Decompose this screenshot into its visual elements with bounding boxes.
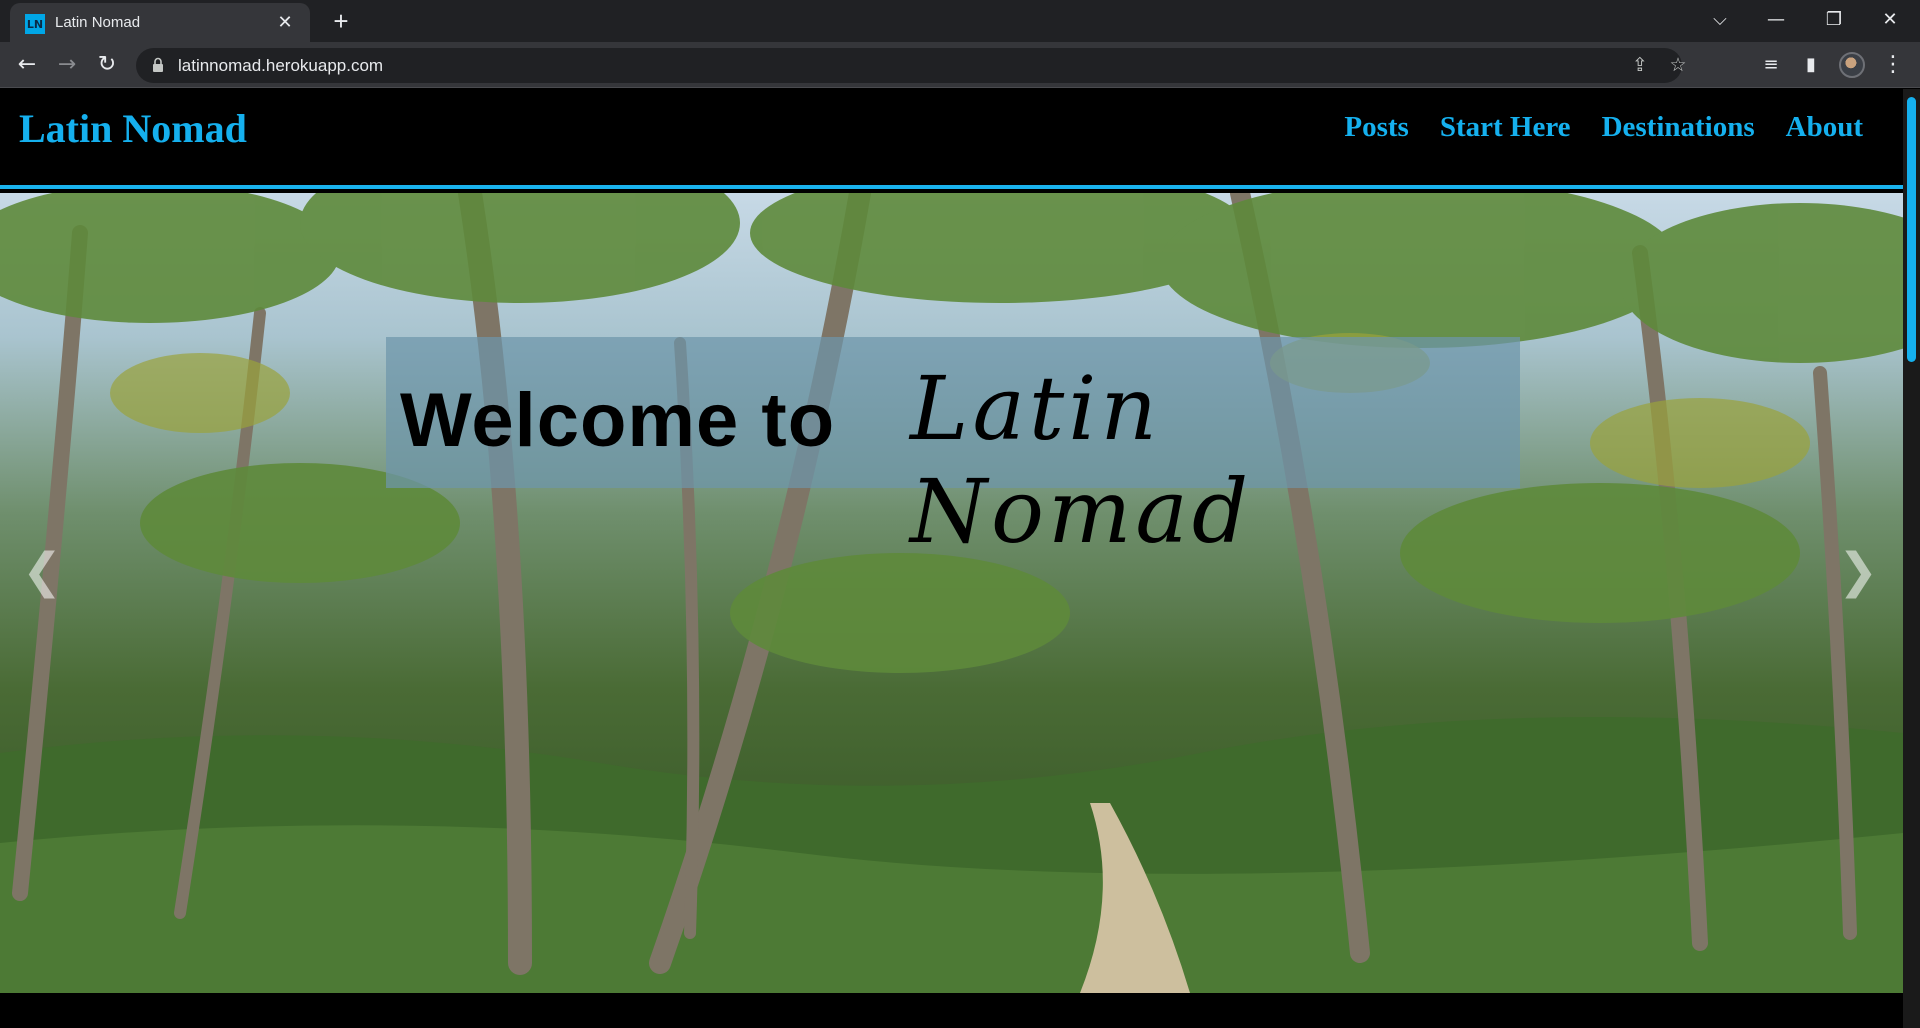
welcome-banner: Welcome to Latin Nomad — [386, 337, 1520, 563]
share-icon[interactable]: ⇪ — [1625, 50, 1655, 80]
carousel-prev-icon[interactable]: ❮ — [22, 543, 62, 599]
hero-carousel: Welcome to Latin Nomad ❮ ❯ — [0, 193, 1903, 993]
tab-title: Latin Nomad — [55, 14, 141, 31]
tab-search-chevron-icon[interactable]: ⌵ — [1700, 4, 1740, 36]
carousel-next-icon[interactable]: ❯ — [1838, 543, 1878, 599]
browser-toolbar: ← → ↻ latinnomad.herokuapp.com ⇪ ☆ ≡ ▮ ⋮ — [0, 42, 1920, 88]
nav-link-destinations[interactable]: Destinations — [1602, 111, 1755, 144]
media-queue-icon[interactable]: ≡ — [1755, 49, 1787, 81]
welcome-site-name: Latin Nomad — [910, 357, 1253, 563]
site-header: Latin Nomad Posts Start Here Destination… — [0, 89, 1903, 189]
new-tab-icon[interactable]: + — [326, 6, 356, 36]
minimize-icon[interactable]: — — [1756, 4, 1796, 36]
tab-close-icon[interactable]: ✕ — [274, 11, 296, 33]
main-nav: Posts Start Here Destinations About — [1344, 111, 1863, 144]
nav-link-start-here[interactable]: Start Here — [1440, 111, 1571, 144]
profile-avatar[interactable] — [1839, 52, 1865, 78]
page-scrollbar[interactable] — [1903, 89, 1920, 1028]
welcome-text: Welcome to — [400, 378, 836, 463]
reload-icon[interactable]: ↻ — [91, 49, 123, 81]
address-bar[interactable]: latinnomad.herokuapp.com ⇪ ☆ — [136, 48, 1687, 83]
web-page: Latin Nomad Posts Start Here Destination… — [0, 89, 1920, 1028]
nav-link-about[interactable]: About — [1786, 111, 1863, 144]
restore-icon[interactable]: ❐ — [1814, 4, 1854, 36]
side-panel-icon[interactable]: ▮ — [1795, 49, 1827, 81]
back-arrow-icon[interactable]: ← — [11, 49, 43, 81]
site-favicon-icon: LN — [25, 14, 45, 34]
browser-tab-bar: LN Latin Nomad ✕ + ⌵ — ❐ ✕ — [0, 0, 1920, 42]
url-text: latinnomad.herokuapp.com — [178, 56, 384, 75]
star-icon[interactable]: ☆ — [1663, 50, 1693, 80]
site-logo[interactable]: Latin Nomad — [19, 105, 247, 152]
browser-tab[interactable]: LN Latin Nomad ✕ — [10, 3, 310, 42]
nav-link-posts[interactable]: Posts — [1344, 111, 1408, 144]
palm-forest-image — [0, 193, 1903, 993]
window-close-icon[interactable]: ✕ — [1870, 4, 1910, 36]
kebab-menu-icon[interactable]: ⋮ — [1877, 49, 1909, 81]
scrollbar-thumb[interactable] — [1907, 97, 1916, 362]
forward-arrow-icon[interactable]: → — [51, 49, 83, 81]
lock-icon — [153, 57, 163, 72]
